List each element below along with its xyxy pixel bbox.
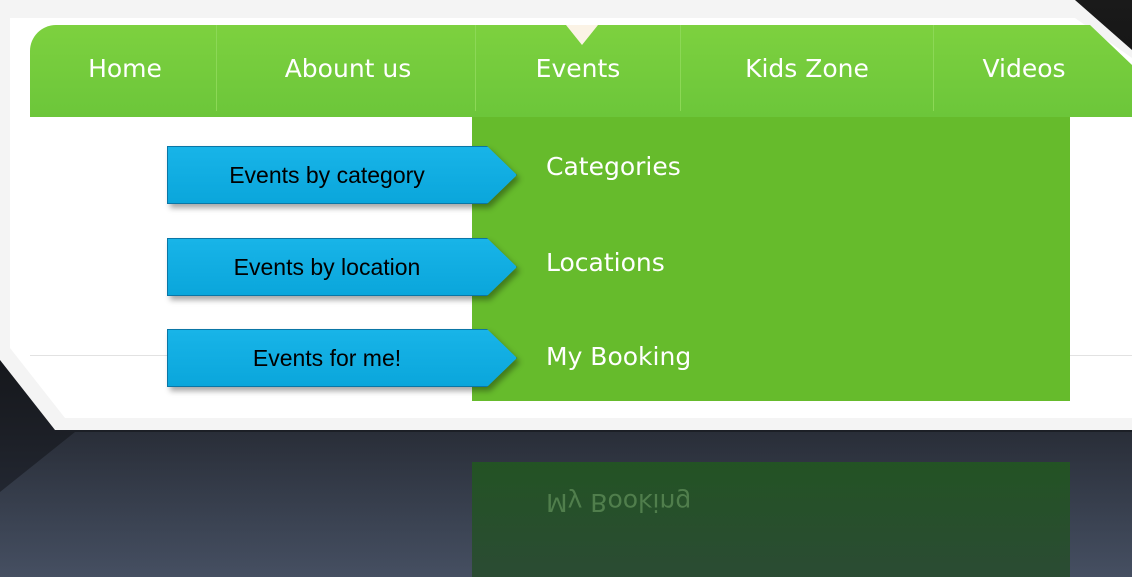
nav-item-about-us[interactable]: Abount us <box>220 25 476 111</box>
active-indicator-notch <box>566 25 598 45</box>
dropdown-item-my-booking[interactable]: My Booking <box>546 340 691 374</box>
callout-events-by-location: Events by location <box>167 238 517 296</box>
callout-events-for-me: Events for me! <box>167 329 517 387</box>
callout-label: Events for me! <box>252 344 402 371</box>
nav-item-videos[interactable]: Videos <box>934 25 1114 111</box>
nav-item-kids-zone[interactable]: Kids Zone <box>681 25 933 111</box>
callout-label: Events by category <box>229 161 425 188</box>
callout-events-by-category: Events by category <box>167 146 517 204</box>
dropdown-reflection <box>472 462 1070 577</box>
nav-item-home[interactable]: Home <box>60 25 190 111</box>
nav-separator <box>216 25 217 111</box>
dropdown-item-categories[interactable]: Categories <box>546 150 681 184</box>
dropdown-item-locations[interactable]: Locations <box>546 246 665 280</box>
callout-label: Events by location <box>233 253 421 280</box>
reflection-label: My Booking <box>546 488 692 517</box>
